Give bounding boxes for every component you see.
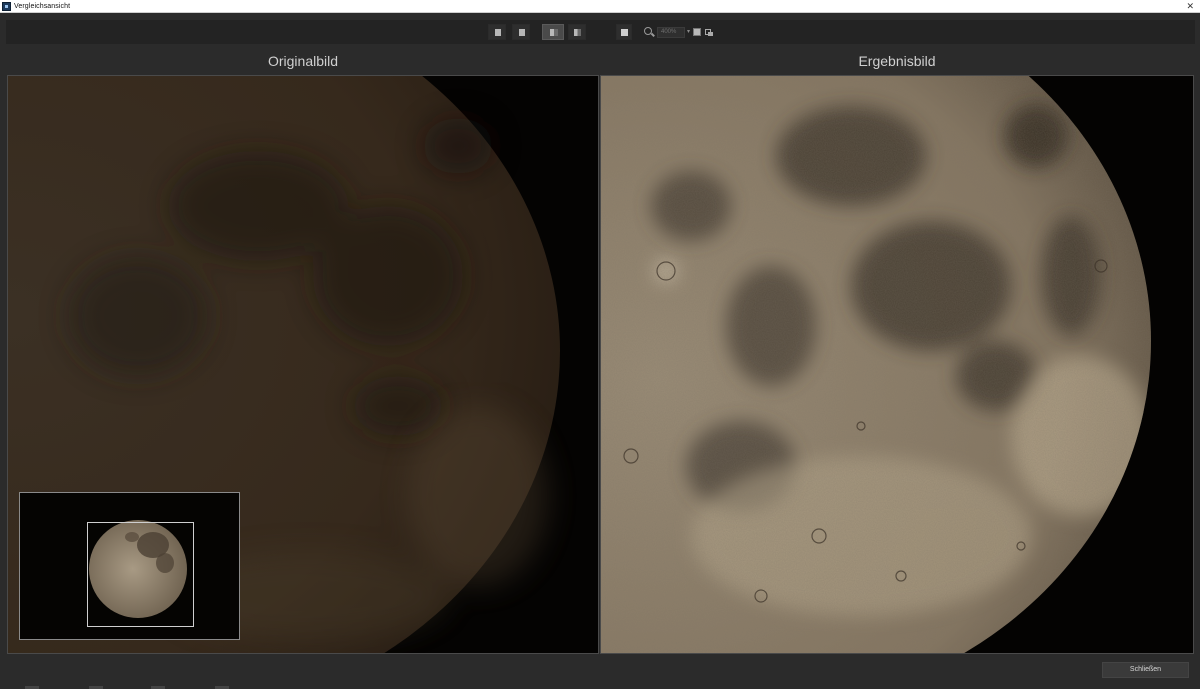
- window-titlebar: Vergleichsansicht ✕: [0, 0, 1200, 13]
- side-by-side-icon: [621, 29, 628, 36]
- navigator-thumbnail[interactable]: [19, 492, 240, 640]
- navigator-viewport-rect[interactable]: [87, 522, 194, 627]
- actual-size-icon[interactable]: [705, 29, 713, 36]
- bottom-strip: [0, 685, 1200, 689]
- single-view-icon: [519, 29, 525, 36]
- single-view-icon: [495, 29, 501, 36]
- original-image-view[interactable]: [7, 75, 599, 654]
- fit-to-window-icon[interactable]: [693, 28, 701, 36]
- window-title: Vergleichsansicht: [14, 2, 71, 10]
- app-icon: [2, 1, 11, 11]
- view-single-result-button[interactable]: [512, 24, 530, 40]
- view-split-vertical-button[interactable]: [542, 24, 564, 40]
- window-close-button[interactable]: ✕: [1186, 0, 1194, 13]
- view-side-by-side-button[interactable]: [616, 24, 632, 40]
- original-image-title: Originalbild: [267, 53, 339, 69]
- result-image-view[interactable]: [600, 75, 1194, 654]
- zoom-level-field[interactable]: 400%: [657, 27, 685, 38]
- split-view-icon: [550, 29, 558, 36]
- result-image-title: Ergebnisbild: [858, 53, 936, 69]
- view-single-original-button[interactable]: [488, 24, 506, 40]
- close-button[interactable]: Schließen: [1102, 662, 1189, 678]
- split-view-icon: [574, 29, 581, 36]
- view-split-horizontal-button[interactable]: [568, 24, 586, 40]
- zoom-dropdown-icon[interactable]: ▾: [687, 28, 690, 35]
- result-moon-image: [601, 76, 1193, 653]
- footer-bar: [0, 655, 1200, 689]
- view-toolbar: 400% ▾: [6, 20, 1195, 44]
- magnifier-icon: [644, 27, 652, 35]
